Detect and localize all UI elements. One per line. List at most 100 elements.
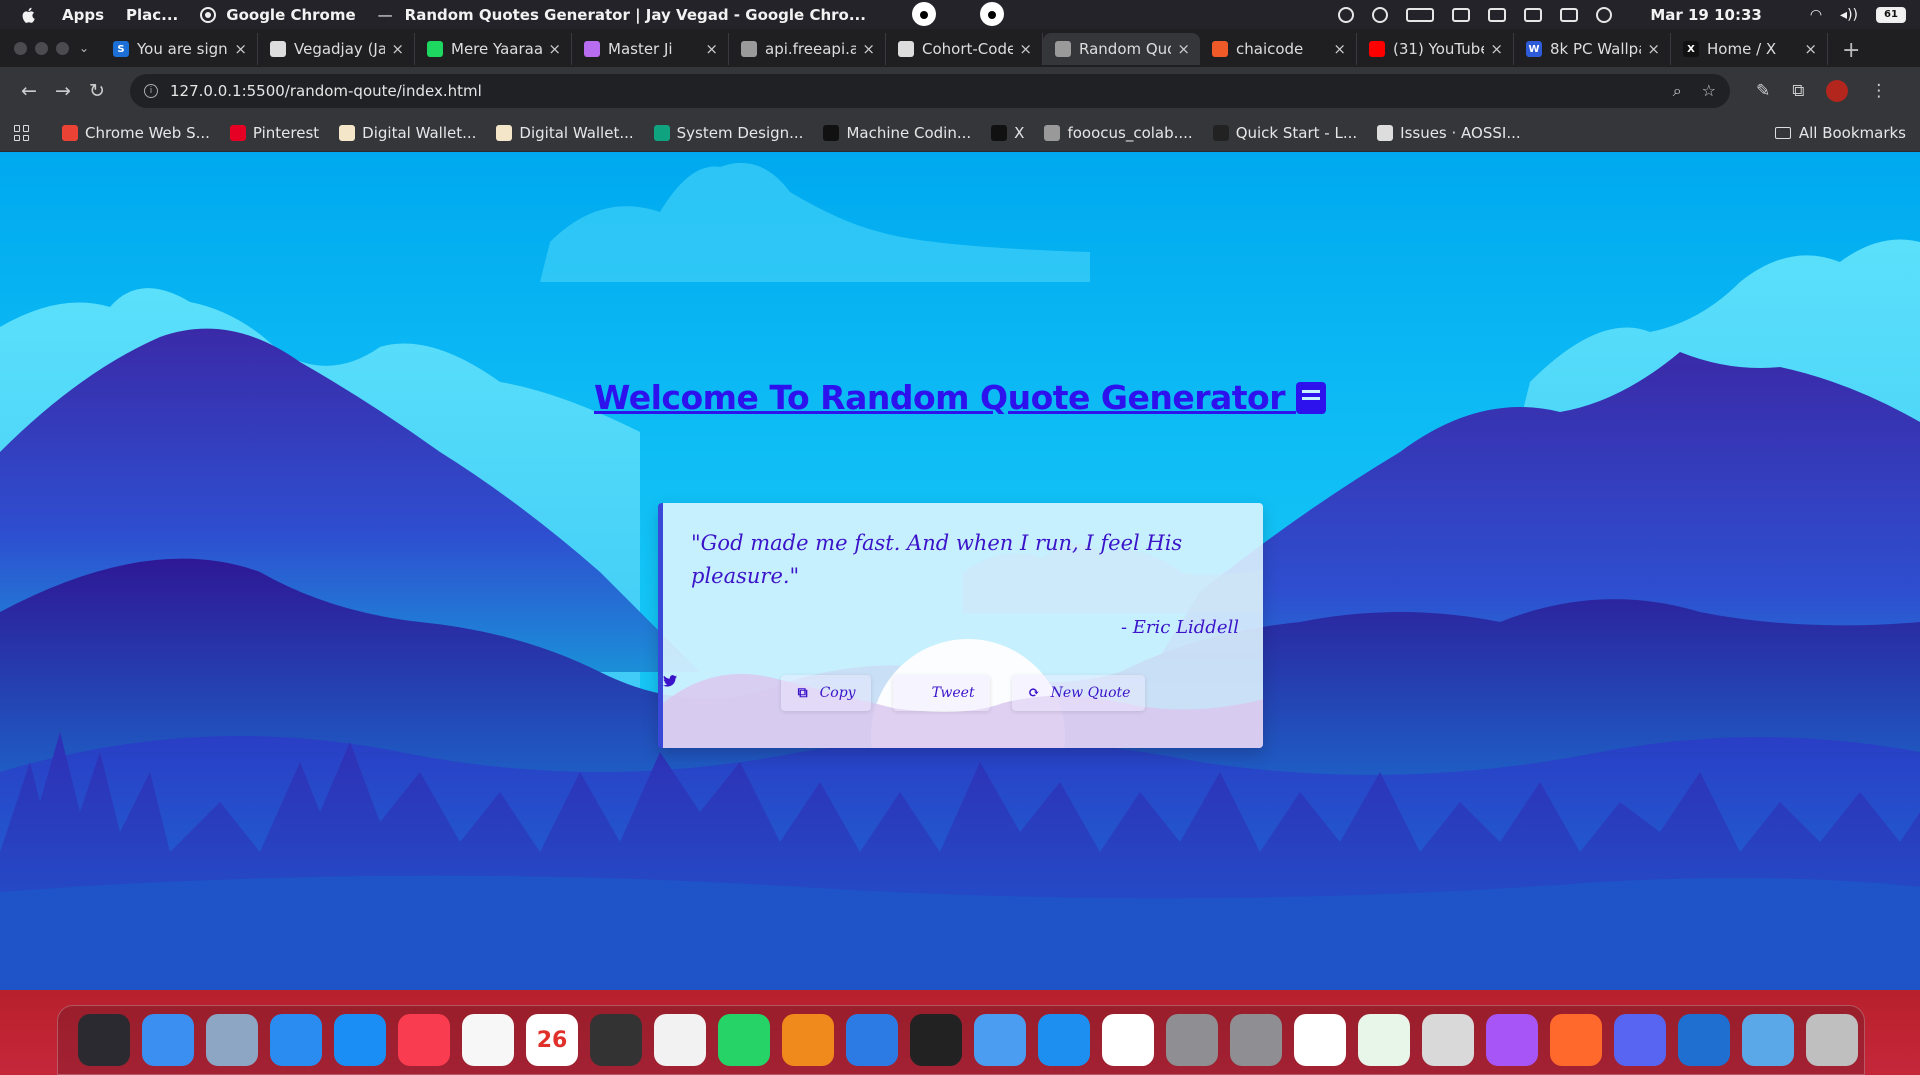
zoom-icon[interactable]: ⌕ [1673, 81, 1682, 101]
vscode-icon[interactable] [1678, 1014, 1730, 1066]
tab-close-icon[interactable]: × [862, 40, 875, 58]
notion-icon[interactable] [1102, 1014, 1154, 1066]
bookmark-item[interactable]: Machine Codin... [823, 124, 971, 142]
system-settings-2-icon[interactable] [1230, 1014, 1282, 1066]
tab-8[interactable]: (31) YouTube × [1357, 33, 1514, 65]
tab-4[interactable]: api.freeapi.ap × [729, 33, 886, 65]
tab-close-icon[interactable]: × [1490, 40, 1503, 58]
docker-icon[interactable] [1038, 1014, 1090, 1066]
heading-text[interactable]: Welcome To Random Quote Generator [594, 378, 1286, 417]
bookmark-item[interactable]: Issues · AOSSI... [1377, 124, 1521, 142]
vlc-icon[interactable] [782, 1014, 834, 1066]
tab-close-icon[interactable]: × [234, 40, 247, 58]
new-tab-button[interactable]: + [1842, 33, 1860, 67]
tab-9[interactable]: W 8k PC Wallpa × [1514, 33, 1671, 65]
discord-icon[interactable] [1614, 1014, 1666, 1066]
network-graph-icon[interactable] [1560, 7, 1579, 22]
new-quote-button[interactable]: ⟳ New Quote [1011, 675, 1146, 711]
bookmark-item[interactable]: Pinterest [229, 124, 319, 142]
xcode-icon[interactable] [846, 1014, 898, 1066]
tab-close-icon[interactable]: × [391, 40, 404, 58]
tab-search-chevron-icon[interactable]: ⌄ [79, 29, 101, 67]
bookmark-item[interactable]: Digital Wallet... [496, 124, 634, 142]
mongodb-compass-icon[interactable] [1358, 1014, 1410, 1066]
tweet-button[interactable]: Tweet [663, 675, 990, 711]
maximize-window-button[interactable] [56, 41, 69, 55]
menu-places[interactable]: Plac... [126, 6, 178, 24]
apple-icon[interactable] [20, 6, 38, 24]
app-store-icon[interactable] [334, 1014, 386, 1066]
tab-1[interactable]: Vegadjay (Jay × [258, 33, 415, 65]
copy-button[interactable]: ⧉ Copy [780, 675, 871, 711]
chrome-menu-icon[interactable]: ⋮ [1870, 81, 1887, 101]
downloads-icon[interactable] [1742, 1014, 1794, 1066]
chrome-icon[interactable] [1294, 1014, 1346, 1066]
tab-10[interactable]: X Home / X × [1671, 33, 1828, 65]
cpu-icon[interactable] [1372, 6, 1389, 23]
tab-close-icon[interactable]: × [1647, 40, 1660, 58]
apps-grid-icon[interactable] [14, 125, 30, 141]
site-info-icon[interactable]: i [144, 84, 158, 98]
tab-close-icon[interactable]: × [1333, 40, 1346, 58]
bookmark-item[interactable]: Quick Start - L... [1212, 124, 1357, 142]
url-text[interactable]: 127.0.0.1:5500/random-qoute/index.html [170, 82, 1673, 100]
contacts-icon[interactable] [206, 1014, 258, 1066]
tab-3[interactable]: Master Ji × [572, 33, 729, 65]
tab-close-icon[interactable]: × [1177, 40, 1190, 58]
trash-icon[interactable] [1806, 1014, 1858, 1066]
davinci-icon[interactable] [590, 1014, 642, 1066]
textedit-icon[interactable] [654, 1014, 706, 1066]
disk-icon[interactable] [1488, 7, 1507, 22]
address-bar[interactable]: i 127.0.0.1:5500/random-qoute/index.html… [130, 74, 1730, 108]
profile-avatar[interactable] [1826, 80, 1849, 102]
volume-icon[interactable]: ◂)) [1840, 7, 1858, 23]
extensions-puzzle-icon[interactable]: ⧉ [1792, 81, 1804, 101]
memory-icon[interactable] [1452, 7, 1471, 22]
close-window-button[interactable] [14, 41, 27, 55]
bookmark-star-icon[interactable]: ☆ [1702, 81, 1716, 101]
github-desktop-icon[interactable] [1486, 1014, 1538, 1066]
tab-7[interactable]: chaicode × [1200, 33, 1357, 65]
bookmark-item[interactable]: System Design... [653, 124, 803, 142]
tab-close-icon[interactable]: × [548, 40, 561, 58]
minimize-window-button[interactable] [35, 41, 48, 55]
tab-5[interactable]: Cohort-Code × [886, 33, 1043, 65]
page-heading[interactable]: Welcome To Random Quote Generator [0, 378, 1920, 417]
activity-graph-icon[interactable] [1406, 7, 1435, 22]
launchpad-icon[interactable] [78, 1014, 130, 1066]
bookmark-item[interactable]: fooocus_colab.... [1044, 124, 1193, 142]
finder-icon[interactable] [142, 1014, 194, 1066]
database-icon[interactable] [1422, 1014, 1474, 1066]
bookmark-item[interactable]: X [991, 124, 1024, 142]
tab-close-icon[interactable]: × [1019, 40, 1032, 58]
sketch-icon[interactable] [1550, 1014, 1602, 1066]
back-button[interactable]: ← [12, 74, 46, 108]
reload-button[interactable]: ↻ [80, 74, 114, 108]
calendar-icon[interactable]: 26 [526, 1014, 578, 1066]
bookmark-item[interactable]: Chrome Web S... [62, 124, 210, 142]
system-settings-icon[interactable] [1166, 1014, 1218, 1066]
clock-icon[interactable] [910, 1014, 962, 1066]
tab-0[interactable]: S You are signed × [101, 33, 258, 65]
accessibility-icon[interactable] [1596, 6, 1613, 23]
app-store-updates-icon[interactable] [270, 1014, 322, 1066]
search-icon[interactable] [1338, 6, 1355, 23]
menubar-clock[interactable]: Mar 19 10:33 [1650, 6, 1762, 24]
tab-close-icon[interactable]: × [705, 40, 718, 58]
all-bookmarks-button[interactable]: All Bookmarks [1774, 124, 1906, 142]
forward-button[interactable]: → [46, 74, 80, 108]
tab-close-icon[interactable]: × [1804, 40, 1817, 58]
bookmark-item[interactable]: Digital Wallet... [339, 124, 476, 142]
network-icon[interactable] [1524, 7, 1543, 22]
tab-2[interactable]: Mere Yaaraa × [415, 33, 572, 65]
tab-6[interactable]: Random Quo × [1043, 33, 1200, 65]
quicktime-icon[interactable] [974, 1014, 1026, 1066]
menu-app-name[interactable]: Google Chrome [226, 6, 355, 24]
music-icon[interactable] [398, 1014, 450, 1066]
extension-tool-icon[interactable]: ✎ [1756, 81, 1770, 101]
battery-icon[interactable]: 61 [1876, 6, 1906, 23]
photos-icon[interactable] [462, 1014, 514, 1066]
whatsapp-icon[interactable] [718, 1014, 770, 1066]
menu-apps[interactable]: Apps [62, 6, 104, 24]
wifi-icon[interactable]: ◠ [1810, 7, 1822, 23]
